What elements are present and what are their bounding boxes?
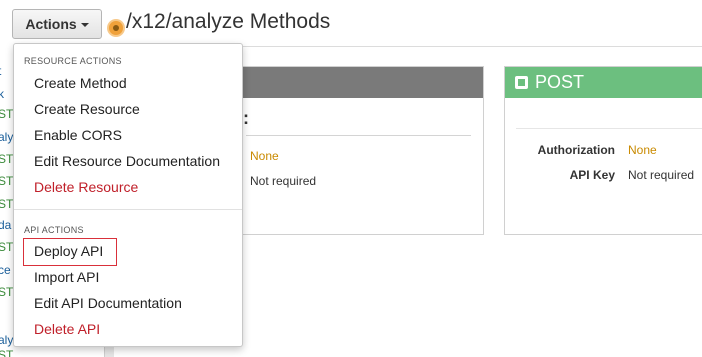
post-card-header[interactable]: POST: [505, 67, 702, 98]
resource-tree: t k ST aly ST ST d ST da ST ce ST aly ST: [0, 0, 14, 357]
tree-node[interactable]: t: [0, 64, 1, 78]
menu-item-delete-api[interactable]: Delete API: [34, 321, 100, 337]
authorization-label: Authorization: [537, 143, 615, 157]
actions-label: Actions: [25, 16, 77, 32]
resize-handle-icon[interactable]: [109, 21, 123, 35]
tree-method[interactable]: ST: [0, 240, 13, 254]
menu-item-create-resource[interactable]: Create Resource: [34, 101, 140, 117]
authorization-value[interactable]: None: [628, 143, 657, 157]
tree-method[interactable]: ST: [0, 174, 13, 188]
api-key-value: Not required: [628, 168, 695, 182]
actions-button[interactable]: Actions: [12, 9, 102, 39]
menu-item-import-api[interactable]: Import API: [34, 269, 99, 285]
tree-node[interactable]: aly: [0, 130, 13, 144]
tree-node[interactable]: aly: [0, 333, 13, 347]
tree-method[interactable]: ST: [0, 285, 13, 299]
tree-method[interactable]: ST: [0, 152, 13, 166]
tree-node[interactable]: da: [0, 218, 11, 232]
menu-item-delete-resource[interactable]: Delete Resource: [34, 179, 138, 195]
divider: [516, 128, 702, 129]
tree-method[interactable]: ST: [0, 348, 13, 357]
menu-item-edit-resource-documentation[interactable]: Edit Resource Documentation: [34, 153, 220, 169]
menu-item-enable-cors[interactable]: Enable CORS: [34, 127, 122, 143]
actions-dropdown-menu: RESOURCE ACTIONS Create Method Create Re…: [13, 43, 243, 347]
api-key-label: API Key: [569, 168, 615, 182]
menu-item-edit-api-documentation[interactable]: Edit API Documentation: [34, 295, 182, 311]
cube-icon: [515, 76, 528, 89]
post-method-label: POST: [535, 72, 585, 92]
divider: [246, 135, 471, 136]
menu-divider: [14, 209, 242, 210]
tree-node[interactable]: k: [0, 87, 4, 101]
menu-item-create-method[interactable]: Create Method: [34, 75, 127, 91]
menu-item-deploy-api[interactable]: Deploy API: [34, 243, 103, 259]
authorization-value[interactable]: None: [250, 149, 279, 163]
page-title: /x12/analyze Methods: [126, 10, 331, 33]
api-actions-header: API ACTIONS: [24, 225, 84, 235]
method-card-heading: :: [243, 108, 249, 128]
caret-down-icon: [80, 23, 89, 27]
tree-method[interactable]: ST: [0, 107, 13, 121]
resource-actions-header: RESOURCE ACTIONS: [24, 56, 122, 66]
tree-node[interactable]: ce: [0, 263, 11, 277]
tree-method[interactable]: ST: [0, 197, 13, 211]
api-key-value: Not required: [250, 174, 317, 188]
